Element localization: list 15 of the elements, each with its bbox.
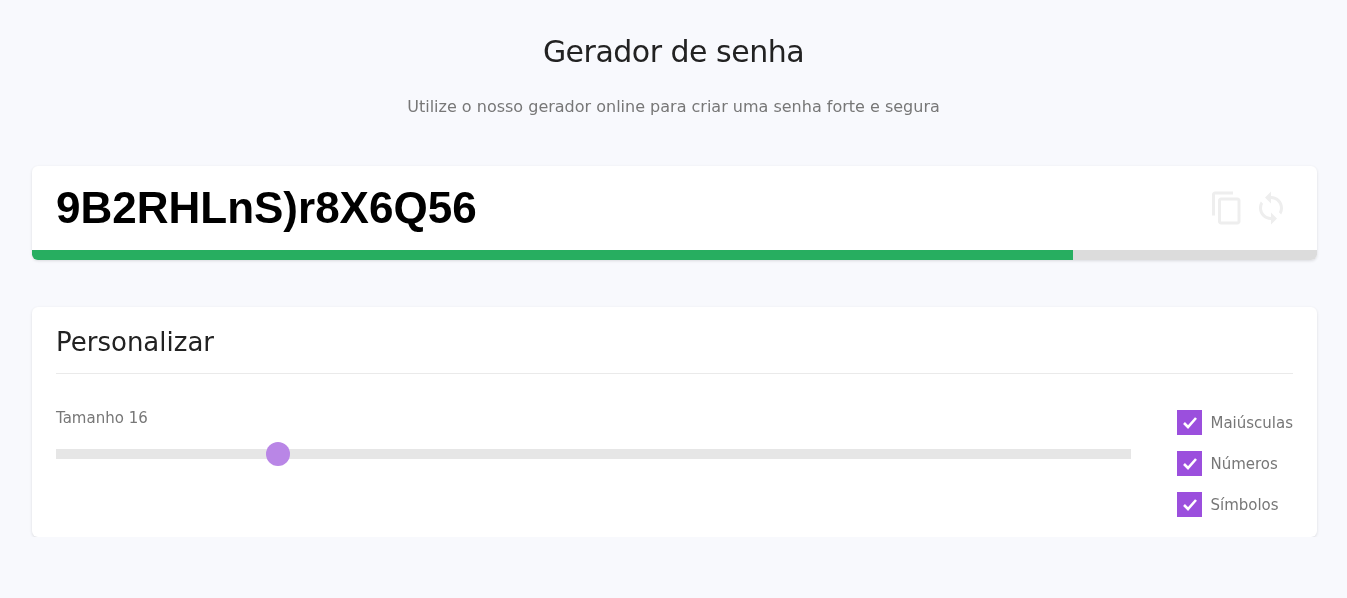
option-label: Maiúsculas xyxy=(1210,413,1293,432)
length-label: Tamanho 16 xyxy=(56,409,148,427)
check-icon xyxy=(1181,456,1198,471)
password-text: 9B2RHLnS)r8X6Q56 xyxy=(56,183,478,233)
slider-thumb[interactable] xyxy=(265,442,290,466)
page-subtitle: Utilize o nosso gerador online para criar uma senha forte e segura xyxy=(407,97,940,116)
option-label: Números xyxy=(1210,454,1278,473)
check-icon xyxy=(1181,415,1198,430)
option-label: Símbolos xyxy=(1210,495,1279,514)
checkbox[interactable] xyxy=(1177,451,1203,476)
section-title: Personalizar xyxy=(56,307,1293,374)
checkbox[interactable] xyxy=(1177,492,1203,517)
checkbox[interactable] xyxy=(1177,410,1203,435)
page-title: Gerador de senha xyxy=(542,34,805,69)
check-icon xyxy=(1181,497,1198,512)
